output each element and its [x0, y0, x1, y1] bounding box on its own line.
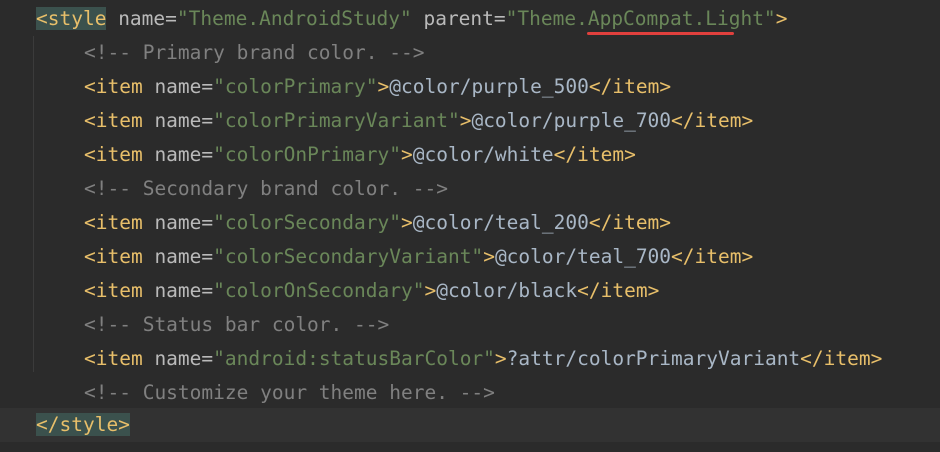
attr-value: "colorPrimary" [213, 75, 378, 98]
item-open-tag: <item [84, 245, 143, 268]
item-close-tag: </item> [800, 347, 883, 370]
item-value: ?attr/colorPrimaryVariant [506, 347, 801, 370]
attr-name: name [142, 347, 202, 370]
item-open-tag: <item [84, 211, 143, 234]
item-value: @color/purple_700 [471, 109, 672, 132]
attr-value: "colorOnSecondary" [213, 279, 425, 302]
code-comment[interactable]: <!-- Status bar color. --> [36, 310, 389, 340]
item-line[interactable]: <item name="colorSecondaryVariant">@colo… [36, 242, 753, 272]
tag-bracket: > [424, 279, 437, 302]
error-underline [587, 32, 734, 35]
attr-value: "colorOnPrimary" [213, 143, 401, 166]
item-line[interactable]: <item name="colorOnSecondary">@color/bla… [36, 276, 659, 306]
tag-bracket: > [459, 109, 472, 132]
current-line-highlight [0, 408, 940, 442]
equals: = [201, 245, 214, 268]
tag-bracket: > [775, 7, 788, 30]
item-line[interactable]: <item name="colorPrimaryVariant">@color/… [36, 106, 753, 136]
attr-name: name [142, 279, 202, 302]
equals: = [201, 347, 214, 370]
equals: = [201, 211, 214, 234]
attr-value-style-name: "Theme.AndroidStudy" [176, 7, 412, 30]
item-close-tag: </item> [671, 109, 754, 132]
attr-value: "colorPrimaryVariant" [213, 109, 460, 132]
attr-value: "colorSecondaryVariant" [213, 245, 484, 268]
attr-parent: parent [411, 7, 494, 30]
attr-name: name [142, 143, 202, 166]
equals: = [201, 143, 214, 166]
code-comment[interactable]: <!-- Secondary brand color. --> [36, 174, 448, 204]
tag-bracket: > [483, 245, 495, 268]
tag-bracket: > [494, 347, 507, 370]
attr-name: name [142, 109, 202, 132]
style-close-tag: </style> [36, 413, 130, 436]
attr-name: name [142, 211, 202, 234]
code-editor[interactable]: <style name="Theme.AndroidStudy" parent=… [0, 0, 940, 452]
item-open-tag: <item [84, 279, 143, 302]
equals: = [201, 109, 214, 132]
tag-bracket: < [36, 7, 48, 30]
item-line[interactable]: <item name="colorOnPrimary">@color/white… [36, 140, 636, 170]
item-open-tag: <item [84, 347, 143, 370]
item-value: @color/white [412, 143, 554, 166]
style-tag-name: style [47, 7, 107, 30]
attr-name: name [142, 75, 202, 98]
tag-bracket: > [401, 211, 413, 234]
style-open-line[interactable]: <style name="Theme.AndroidStudy" parent=… [36, 4, 787, 34]
code-comment[interactable]: <!-- Primary brand color. --> [36, 38, 424, 68]
item-close-tag: </item> [588, 211, 672, 234]
item-close-tag: </item> [671, 245, 754, 268]
item-close-tag: </item> [577, 279, 660, 302]
attr-name: name [142, 245, 202, 268]
item-line[interactable]: <item name="android:statusBarColor">?att… [36, 344, 882, 374]
equals: = [165, 7, 177, 30]
item-value: @color/teal_200 [412, 211, 589, 234]
item-value: @color/black [436, 279, 578, 302]
style-close-line[interactable]: </style> [36, 410, 130, 440]
attr-value: "colorSecondary" [213, 211, 401, 234]
item-open-tag: <item [84, 75, 143, 98]
equals: = [201, 75, 214, 98]
item-value: @color/teal_700 [494, 245, 672, 268]
attr-value: "android:statusBarColor" [213, 347, 495, 370]
code-comment[interactable]: <!-- Customize your theme here. --> [36, 378, 495, 408]
item-open-tag: <item [84, 143, 143, 166]
item-close-tag: </item> [588, 75, 672, 98]
tag-bracket: > [377, 75, 390, 98]
item-value: @color/purple_500 [389, 75, 589, 98]
attr-name: name [106, 7, 166, 30]
equals: = [493, 7, 506, 30]
item-open-tag: <item [84, 109, 143, 132]
item-close-tag: </item> [553, 143, 636, 166]
indent-guide [33, 36, 34, 372]
equals: = [201, 279, 214, 302]
item-line[interactable]: <item name="colorPrimary">@color/purple_… [36, 72, 671, 102]
tag-bracket: > [401, 143, 413, 166]
attr-value-parent: "Theme.AppCompat.Light" [505, 7, 776, 30]
item-line[interactable]: <item name="colorSecondary">@color/teal_… [36, 208, 671, 238]
